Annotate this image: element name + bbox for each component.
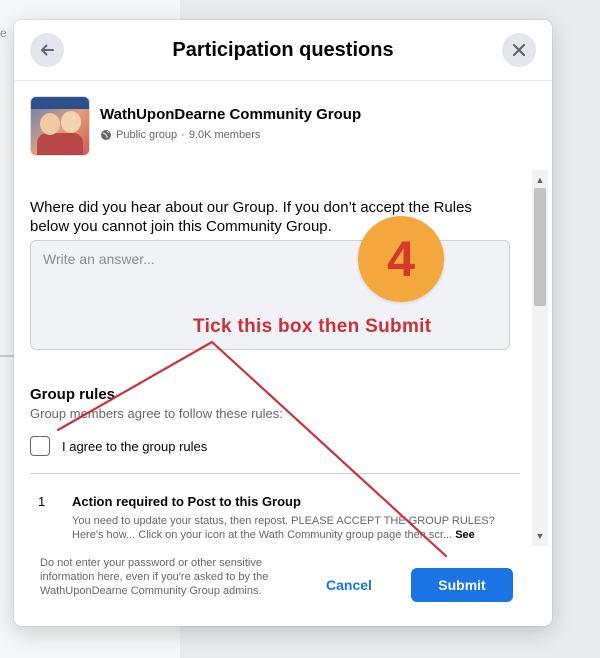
annotation-instruction: Tick this box then Submit — [193, 316, 432, 337]
scrollbar-thumb[interactable] — [534, 188, 546, 306]
rules-divider — [30, 473, 520, 474]
rule-title: Action required to Post to this Group — [72, 494, 301, 509]
scrollbar[interactable]: ▲ ▼ — [532, 170, 548, 546]
dialog-scroll-area[interactable]: Where did you hear about our Group. If y… — [14, 170, 552, 546]
group-name[interactable]: WathUponDearne Community Group — [100, 106, 361, 123]
close-icon — [512, 43, 526, 57]
group-meta: Public group · 9.0K members — [100, 129, 260, 141]
step-number-badge: 4 — [358, 216, 444, 302]
rules-heading: Group rules — [30, 386, 116, 403]
background-text-fragment: e — [0, 26, 7, 40]
group-info: WathUponDearne Community Group Public gr… — [30, 96, 530, 156]
group-thumbnail[interactable] — [30, 96, 90, 156]
agree-row[interactable]: I agree to the group rules — [30, 434, 207, 458]
dialog-header: Participation questions — [14, 20, 552, 81]
rule-number: 1 — [38, 494, 46, 509]
question-text: Where did you hear about our Group. If y… — [30, 199, 472, 235]
rule-description: You need to update your status, then rep… — [72, 514, 502, 542]
globe-icon — [101, 130, 111, 140]
group-member-count: 9.0K members — [188, 129, 261, 141]
submit-button[interactable]: Submit — [411, 568, 513, 602]
agree-label[interactable]: I agree to the group rules — [62, 439, 207, 454]
close-button[interactable] — [502, 33, 536, 67]
cancel-button[interactable]: Cancel — [318, 571, 380, 599]
background-divider — [0, 355, 14, 357]
group-privacy: Public group — [116, 129, 178, 141]
rules-subtitle: Group members agree to follow these rule… — [30, 406, 283, 421]
dialog-title: Participation questions — [172, 39, 394, 61]
privacy-note: Do not enter your password or other sens… — [40, 557, 269, 597]
scroll-down-arrow[interactable]: ▼ — [532, 528, 548, 544]
meta-separator: · — [181, 129, 185, 141]
agree-checkbox[interactable] — [30, 436, 50, 456]
see-more-link[interactable]: See — [455, 529, 475, 541]
scroll-up-arrow[interactable]: ▲ — [532, 172, 548, 188]
rule-description-text: You need to update your status, then rep… — [72, 515, 495, 541]
